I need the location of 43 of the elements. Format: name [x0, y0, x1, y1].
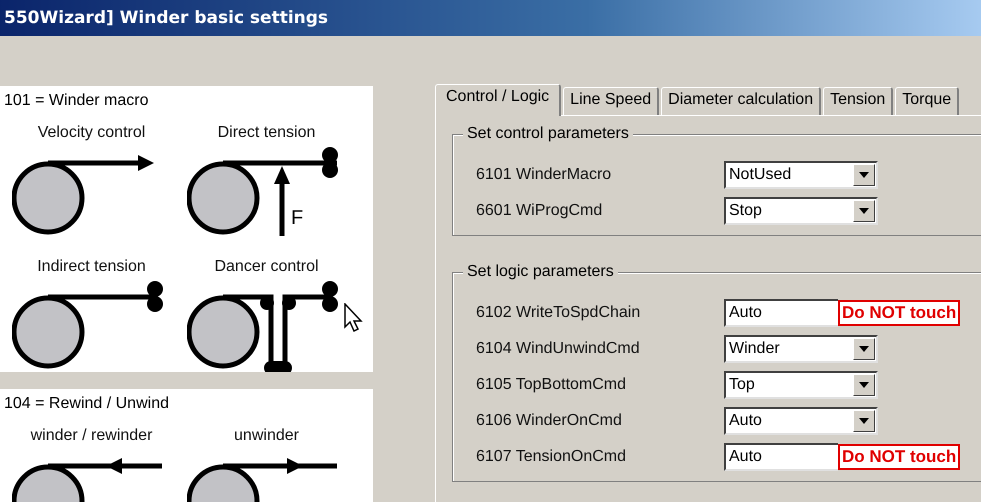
dropdown[interactable]: Top	[724, 371, 878, 399]
caret-icon	[859, 346, 869, 352]
diagram-caption: Indirect tension	[37, 258, 146, 276]
dropdown[interactable]: Auto	[724, 299, 838, 327]
dropdown[interactable]: Stop	[724, 197, 878, 225]
dropdown-button[interactable]	[853, 164, 875, 186]
diagram-caption: winder / rewinder	[30, 426, 152, 445]
dropdown-button[interactable]	[853, 338, 875, 360]
window-title: 550Wizard] Winder basic settings	[4, 8, 328, 28]
dropdown[interactable]: Auto	[724, 407, 878, 435]
diagram-caption: unwinder	[234, 426, 299, 445]
group-title: Set control parameters	[463, 125, 633, 143]
illustration-heading: 104 = Rewind / Unwind	[4, 394, 170, 414]
dropdown-button[interactable]	[853, 410, 875, 432]
diagram-caption: Velocity control	[38, 124, 146, 142]
tab[interactable]: Line Speed	[563, 87, 660, 115]
parameter-label: 6102 WriteToSpdChain	[476, 304, 642, 322]
tab[interactable]: Control / Logic	[435, 84, 562, 116]
dropdown-button[interactable]	[853, 200, 875, 222]
illustration-heading: 101 = Winder macro	[4, 92, 150, 111]
force-label: F	[290, 207, 303, 229]
dropdown[interactable]: Winder	[724, 335, 878, 363]
caret-icon	[859, 208, 869, 214]
tab[interactable]: Torque	[895, 87, 960, 115]
group-title: Set logic parameters	[463, 263, 618, 281]
parameter-label: 6107 TensionOnCmd	[476, 448, 628, 466]
diagram-caption: Dancer control	[214, 258, 319, 276]
caret-icon	[859, 382, 869, 388]
parameter-label: 6106 WinderOnCmd	[476, 412, 623, 430]
parameter-label: 6601 WiProgCmd	[476, 202, 604, 220]
dropdown[interactable]: Auto	[724, 443, 838, 471]
tab[interactable]: Tension	[823, 87, 894, 115]
parameter-label: 6105 TopBottomCmd	[476, 376, 628, 394]
warning-note: Do NOT touch	[838, 444, 960, 470]
tab[interactable]: Diameter calculation	[661, 87, 822, 115]
dropdown[interactable]: NotUsed	[724, 161, 878, 189]
diagram-caption: Direct tension	[218, 124, 316, 142]
parameter-label: 6101 WinderMacro	[476, 166, 612, 184]
parameter-label: 6104 WindUnwindCmd	[476, 340, 641, 358]
caret-icon	[859, 418, 869, 424]
dropdown-button[interactable]	[853, 374, 875, 396]
warning-note: Do NOT touch	[838, 300, 960, 326]
caret-icon	[859, 172, 869, 178]
